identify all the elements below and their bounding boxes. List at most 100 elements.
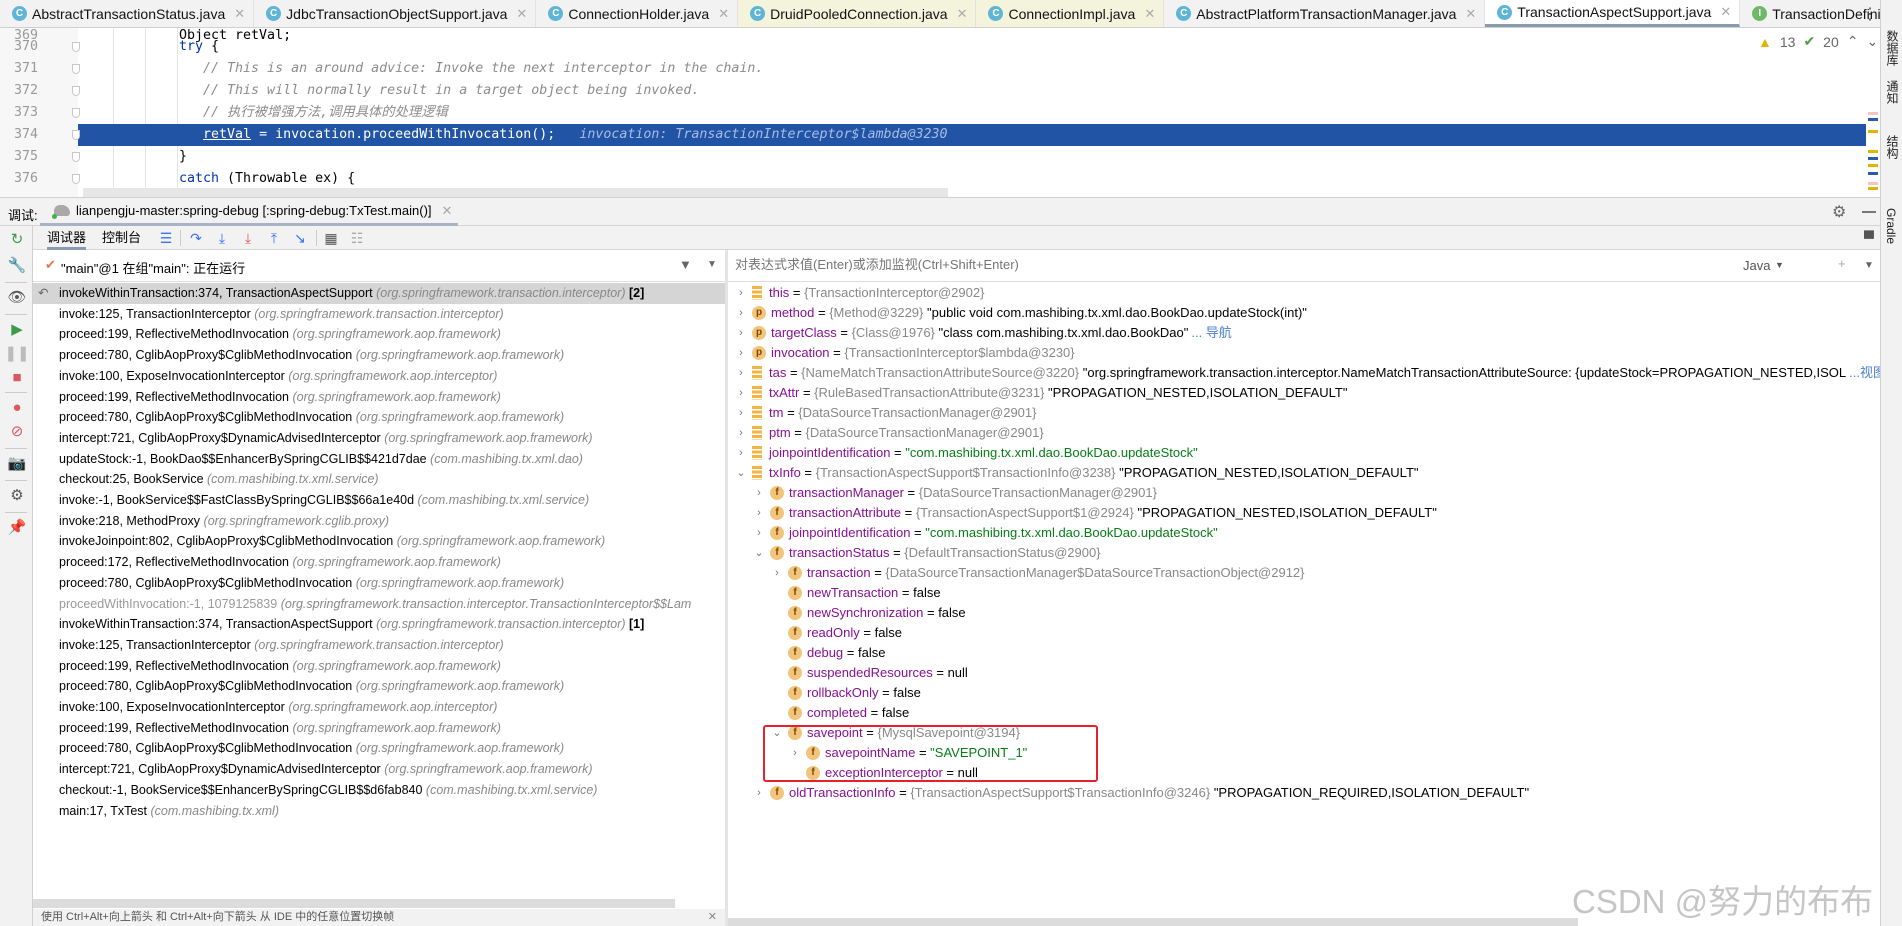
stack-frame[interactable]: main:17, TxTest (com.mashibing.tx.xml) <box>33 801 725 822</box>
layout-icon[interactable]: ☰ <box>157 229 175 247</box>
stack-frame[interactable]: checkout:25, BookService (com.mashibing.… <box>33 469 725 490</box>
tab-console[interactable]: 控制台 <box>102 226 141 250</box>
chevron-right-icon[interactable]: › <box>752 483 766 503</box>
close-icon[interactable]: ✕ <box>234 6 245 22</box>
stack-frame[interactable]: invoke:100, ExposeInvocationInterceptor … <box>33 697 725 718</box>
chevron-down-icon[interactable]: ⌄ <box>734 463 748 483</box>
variable-row[interactable]: › p targetClass = {Class@1976} "class com.… <box>734 323 1232 343</box>
chevron-right-icon[interactable]: › <box>734 363 748 383</box>
line-number[interactable]: 375 <box>14 146 40 168</box>
inspection-widget[interactable]: ▲ 13 ✔ 20 ⌃ ⌄ <box>1758 33 1878 50</box>
force-step-into-icon[interactable]: ⤓ <box>239 229 257 247</box>
pin-icon[interactable]: 📌 <box>8 518 27 536</box>
stack-frame[interactable]: proceed:199, ReflectiveMethodInvocation … <box>33 656 725 677</box>
variable-row[interactable]: › f transactionAttribute = {TransactionAsp… <box>752 503 1437 523</box>
variable-row[interactable]: f newTransaction = false <box>770 583 941 603</box>
debug-session-tab[interactable]: lianpengju-master:spring-debug [:spring-… <box>40 198 459 226</box>
variable-row[interactable]: ⌄ txInfo = {TransactionAspectSupport$Tran… <box>734 463 1419 483</box>
chevron-right-icon[interactable]: › <box>734 383 748 403</box>
close-icon[interactable]: ✕ <box>516 6 527 22</box>
editor-tab[interactable]: C DruidPooledConnection.java ✕ <box>738 0 977 27</box>
rerun-icon[interactable]: ↻ <box>8 230 26 248</box>
sidebar-item[interactable]: 数据库 <box>1884 30 1901 66</box>
stack-frame[interactable]: proceedWithInvocation:-1, 1079125839 (or… <box>33 594 725 615</box>
variable-row[interactable]: › txAttr = {RuleBasedTransactionAttribute… <box>734 383 1347 403</box>
stack-frame[interactable]: proceed:780, CglibAopProxy$CglibMethodIn… <box>33 738 725 759</box>
chevron-down-icon[interactable]: ⌄ <box>752 543 766 563</box>
variable-row[interactable]: f debug = false <box>770 643 885 663</box>
stack-frame[interactable]: invoke:125, TransactionInterceptor (org.… <box>33 304 725 325</box>
stack-frame[interactable]: intercept:721, CglibAopProxy$DynamicAdvi… <box>33 759 725 780</box>
variables-horizontal-scrollbar[interactable] <box>728 918 1578 926</box>
editor-tab[interactable]: C ConnectionHolder.java ✕ <box>536 0 739 27</box>
stack-frame[interactable]: proceed:199, ReflectiveMethodInvocation … <box>33 324 725 345</box>
close-icon[interactable]: ✕ <box>442 203 453 219</box>
close-icon[interactable]: ✕ <box>1144 6 1155 22</box>
sidebar-item[interactable]: 通知 <box>1884 80 1901 104</box>
language-dropdown[interactable]: Java <box>1743 258 1770 273</box>
stack-frame[interactable]: proceed:199, ReflectiveMethodInvocation … <box>33 387 725 408</box>
fold-marker-icon[interactable] <box>72 42 80 52</box>
line-number[interactable]: 374 <box>0 124 78 146</box>
trace-icon[interactable]: ☷ <box>348 229 366 247</box>
resume-icon[interactable]: ▶ <box>8 320 26 338</box>
editor-tab[interactable]: C AbstractTransactionStatus.java ✕ <box>0 0 255 27</box>
line-number[interactable]: 370 <box>14 36 40 58</box>
chevron-right-icon[interactable]: › <box>734 403 748 423</box>
editor-tab[interactable]: C ConnectionImpl.java ✕ <box>976 0 1165 27</box>
fold-marker-icon[interactable] <box>72 108 80 118</box>
chevron-down-icon[interactable]: ▼ <box>1864 260 1874 271</box>
variable-row[interactable]: f completed = false <box>770 703 909 723</box>
tab-debugger[interactable]: 调试器 <box>47 226 87 250</box>
variable-row[interactable]: f readOnly = false <box>770 623 902 643</box>
variable-row[interactable]: › tm = {DataSourceTransactionManager@2901… <box>734 403 1040 423</box>
stack-frame[interactable]: invoke:100, ExposeInvocationInterceptor … <box>33 366 725 387</box>
stack-frame[interactable]: proceed:172, ReflectiveMethodInvocation … <box>33 552 725 573</box>
view-breakpoints-icon[interactable]: ● <box>8 398 26 416</box>
fold-marker-icon[interactable] <box>72 64 80 74</box>
variable-row[interactable]: › f joinpointIdentification = "com.mashibi… <box>752 523 1218 543</box>
evaluate-expression-input[interactable] <box>735 257 1735 272</box>
run-to-cursor-icon[interactable]: ↘ <box>291 229 309 247</box>
variable-row[interactable]: › f transaction = {DataSourceTransactionMa… <box>770 563 1308 583</box>
close-icon[interactable]: ✕ <box>1720 4 1731 20</box>
filter-icon[interactable]: ▼ <box>679 257 692 272</box>
stack-frame[interactable]: invokeJoinpoint:802, CglibAopProxy$Cglib… <box>33 531 725 552</box>
stack-frame[interactable]: checkout:-1, BookService$$EnhancerBySpri… <box>33 780 725 801</box>
stack-frame[interactable]: proceed:780, CglibAopProxy$CglibMethodIn… <box>33 573 725 594</box>
code-editor[interactable]: 369 Object retVal; 370 try {371 // This is … <box>0 28 1880 197</box>
variable-row[interactable]: › p invocation = {TransactionInterceptor$l… <box>734 343 1078 363</box>
stack-frame[interactable]: invoke:218, MethodProxy (org.springframe… <box>33 511 725 532</box>
stack-frame[interactable]: proceed:780, CglibAopProxy$CglibMethodIn… <box>33 345 725 366</box>
line-number[interactable]: 371 <box>14 58 40 80</box>
step-out-icon[interactable]: ⤒ <box>265 229 283 247</box>
layout-settings-icon[interactable]: ▀ <box>1860 229 1878 247</box>
close-icon[interactable]: ✕ <box>1465 6 1476 22</box>
thread-selector[interactable]: ✔ "main"@1 在组"main": 正在运行 ▼ ▼ <box>33 250 725 282</box>
more-tabs-icon[interactable]: ⋮ <box>1862 4 1878 24</box>
close-icon[interactable]: ✕ <box>957 6 968 22</box>
wrench-icon[interactable]: 🔧 <box>8 256 27 274</box>
evaluate-expression-icon[interactable]: ▦ <box>322 229 340 247</box>
navigate-link[interactable]: ... 导航 <box>1191 323 1231 343</box>
editor-tab[interactable]: C TransactionAspectSupport.java ✕ <box>1485 0 1741 27</box>
editor-tab[interactable]: C AbstractPlatformTransactionManager.java… <box>1164 0 1486 27</box>
chevron-right-icon[interactable]: › <box>734 303 748 323</box>
fold-marker-icon[interactable] <box>72 152 80 162</box>
step-into-icon[interactable]: ⤓ <box>213 229 231 247</box>
sidebar-item[interactable]: 结构 <box>1884 135 1901 159</box>
chevron-right-icon[interactable]: › <box>752 523 766 543</box>
stack-frame[interactable]: proceed:780, CglibAopProxy$CglibMethodIn… <box>33 407 725 428</box>
fold-marker-icon[interactable] <box>72 86 80 96</box>
line-number[interactable]: 372 <box>14 80 40 102</box>
stack-frame[interactable]: proceed:199, ReflectiveMethodInvocation … <box>33 718 725 739</box>
variable-row[interactable]: f rollbackOnly = false <box>770 683 921 703</box>
eye-icon[interactable]: 👁 <box>7 288 26 306</box>
stack-frame[interactable]: ↶ invokeWithinTransaction:374, Transactio… <box>33 283 725 304</box>
variable-row[interactable]: f suspendedResources = null <box>770 663 968 683</box>
close-icon[interactable]: ✕ <box>718 6 729 22</box>
line-number[interactable]: 373 <box>14 102 40 124</box>
prev-highlight-icon[interactable]: ⌃ <box>1847 33 1859 50</box>
camera-icon[interactable]: 📷 <box>8 454 27 472</box>
variable-row[interactable]: › joinpointIdentification = "com.mashibin… <box>734 443 1198 463</box>
